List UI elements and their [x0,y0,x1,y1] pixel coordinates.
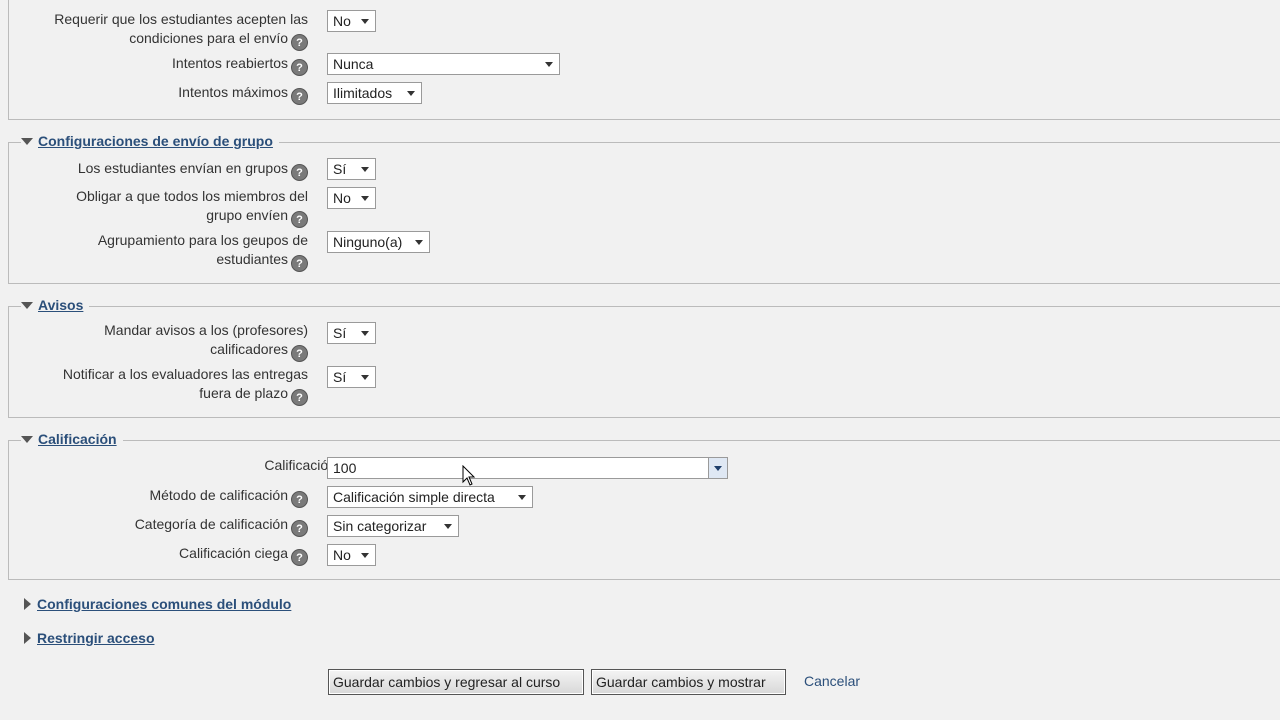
collapsed-common-settings[interactable]: Configuraciones comunes del módulo [24,596,291,612]
chevron-down-icon[interactable] [708,458,727,478]
section-title[interactable]: Configuraciones de envío de grupo [38,133,273,149]
label-all-members-submit: Obligar a que todos los miembros del gru… [48,187,308,228]
require-accept-select[interactable]: No [327,10,376,32]
chevron-down-icon [361,331,369,336]
label-text: Método de calificación [149,487,288,503]
select-value: Nunca [333,56,374,72]
legend-notices[interactable]: Avisos [21,297,90,313]
triangle-down-icon [21,137,33,145]
legend-group-submission[interactable]: Configuraciones de envío de grupo [21,133,279,149]
section-title[interactable]: Calificación [38,431,117,447]
help-icon[interactable]: ? [291,549,308,566]
grade-select[interactable]: 100 [327,457,728,479]
save-return-button[interactable]: Guardar cambios y regresar al curso [328,669,584,695]
reopened-attempts-select[interactable]: Nunca [327,53,560,75]
chevron-down-icon [407,91,415,96]
label-notify-late: Notificar a los evaluadores las entregas… [28,365,308,406]
label-text: Intentos máximos [178,84,288,100]
label-text: Mandar avisos a los (profesores) calific… [104,322,308,357]
label-require-accept: Requerir que los estudiantes acepten las… [8,10,308,51]
save-show-button[interactable]: Guardar cambios y mostrar [591,669,786,695]
triangle-right-icon [24,632,31,644]
label-grade-category: Categoría de calificación? [8,515,308,537]
label-grouping: Agrupamiento para los geupos de estudian… [68,231,308,272]
section-title[interactable]: Configuraciones comunes del módulo [37,596,291,612]
label-text: Notificar a los evaluadores las entregas… [62,366,308,401]
select-value: Sin categorizar [333,518,427,534]
notify-graders-select[interactable]: Sí [327,322,376,344]
label-text: Los estudiantes envían en grupos [77,160,288,176]
label-group-submit: Los estudiantes envían en grupos? [8,159,308,181]
label-text: Agrupamiento para los geupos de estudian… [97,232,308,267]
help-icon[interactable]: ? [291,59,308,76]
chevron-down-icon [415,240,423,245]
label-notify-graders: Mandar avisos a los (profesores) calific… [68,321,308,362]
legend-grade[interactable]: Calificación [21,431,123,447]
select-value: No [333,190,351,206]
select-value: No [333,13,351,29]
help-icon[interactable]: ? [291,255,308,272]
triangle-right-icon [24,598,31,610]
label-text: Calificación ciega [179,545,288,561]
select-value: 100 [333,460,357,476]
triangle-down-icon [21,301,33,309]
help-icon[interactable]: ? [291,389,308,406]
help-icon[interactable]: ? [291,34,308,51]
triangle-down-icon [21,435,33,443]
select-value: Ninguno(a) [333,234,403,250]
chevron-down-icon [545,62,553,67]
label-blind-grading: Calificación ciega? [8,544,308,566]
label-grading-method: Método de calificación? [8,486,308,508]
label-text: Intentos reabiertos [172,55,288,71]
cancel-link[interactable]: Cancelar [804,673,860,689]
help-icon[interactable]: ? [291,345,308,362]
mouse-cursor-icon [462,465,476,486]
label-max-attempts: Intentos máximos? [8,83,308,105]
help-icon[interactable]: ? [291,491,308,508]
chevron-down-icon [444,524,452,529]
all-members-submit-select[interactable]: No [327,187,376,209]
grade-category-select[interactable]: Sin categorizar [327,515,459,537]
collapsed-restrict-access[interactable]: Restringir acceso [24,630,155,646]
label-text: Obligar a que todos los miembros del gru… [76,188,308,223]
section-title[interactable]: Restringir acceso [37,630,155,646]
chevron-down-icon [361,19,369,24]
label-grade: Calificación [8,456,336,475]
chevron-down-icon [361,196,369,201]
label-reopened-attempts: Intentos reabiertos? [8,54,308,76]
notify-late-select[interactable]: Sí [327,366,376,388]
select-value: No [333,547,351,563]
label-text: Calificación [264,457,336,473]
help-icon[interactable]: ? [291,520,308,537]
select-value: Calificación simple directa [333,489,495,505]
max-attempts-select[interactable]: Ilimitados [327,82,422,104]
help-icon[interactable]: ? [291,88,308,105]
group-submit-select[interactable]: Sí [327,158,376,180]
select-value: Ilimitados [333,85,393,101]
label-text: Requerir que los estudiantes acepten las… [54,11,308,46]
section-title[interactable]: Avisos [38,297,83,313]
blind-grading-select[interactable]: No [327,544,376,566]
help-icon[interactable]: ? [291,164,308,181]
grading-method-select[interactable]: Calificación simple directa [327,486,533,508]
chevron-down-icon [361,553,369,558]
grouping-select[interactable]: Ninguno(a) [327,231,430,253]
select-value: Sí [333,369,347,385]
label-text: Categoría de calificación [134,516,288,532]
chevron-down-icon [518,495,526,500]
chevron-down-icon [361,167,369,172]
chevron-down-icon [361,375,369,380]
select-value: Sí [333,325,347,341]
help-icon[interactable]: ? [291,211,308,228]
select-value: Sí [333,161,347,177]
